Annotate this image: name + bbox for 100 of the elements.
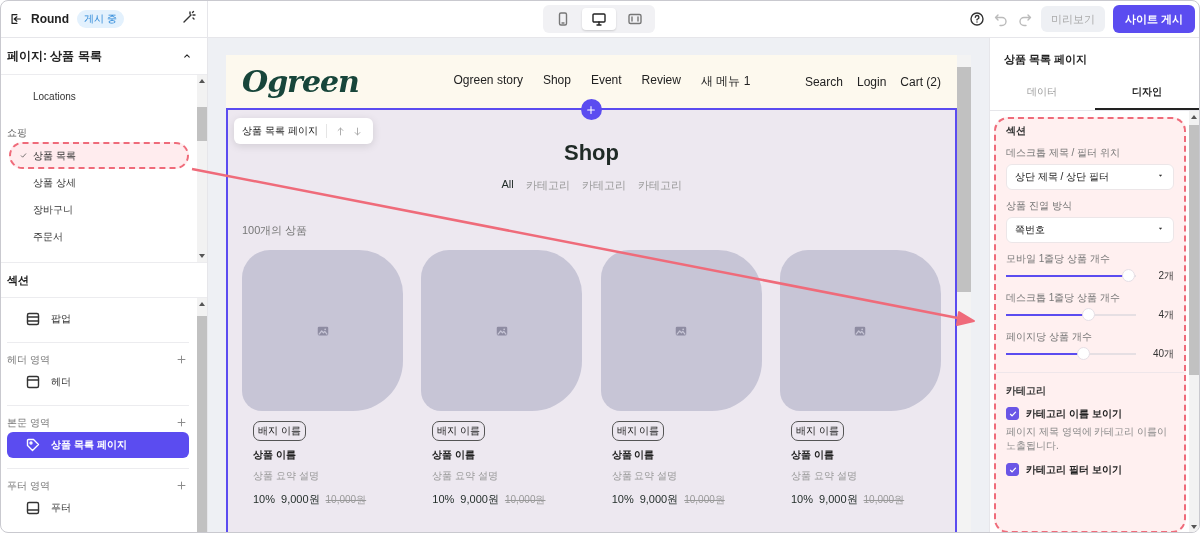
slider-value: 4개 — [1157, 308, 1174, 321]
check-icon — [1007, 408, 1018, 419]
group-heading: 섹션 — [1006, 125, 1027, 137]
slider-value: 2개 — [1157, 269, 1174, 282]
magic-wand-icon — [181, 9, 197, 25]
product-badge: 배지 이름 — [432, 421, 486, 441]
nav-link[interactable]: Event — [590, 73, 622, 90]
category-filter[interactable]: All — [501, 178, 514, 193]
product-summary: 상품 요약 설명 — [432, 469, 498, 483]
discount-rate: 10% — [432, 493, 455, 505]
status-badge: 게시 중 — [77, 10, 124, 28]
scrollbar[interactable] — [197, 298, 207, 532]
nav-link[interactable]: Cart (2) — [900, 74, 941, 89]
original-price: 10,000원 — [504, 493, 546, 507]
product-name[interactable]: 상품 이름 — [253, 448, 296, 462]
popup-icon — [25, 311, 41, 327]
product-summary: 상품 요약 설명 — [253, 469, 319, 483]
checkbox-label[interactable]: 카테고리 이름 보이기 — [1026, 407, 1122, 420]
product-count: 100개의 상품 — [242, 223, 308, 238]
scrollbar[interactable] — [957, 55, 971, 532]
checkbox[interactable] — [1006, 407, 1019, 420]
discount-rate: 10% — [253, 493, 276, 505]
checkbox-label[interactable]: 카테고리 필터 보이기 — [1026, 463, 1122, 476]
group-heading: 본문 영역 — [7, 416, 50, 430]
slider-thumb[interactable] — [1122, 269, 1135, 282]
page-item[interactable]: 장바구니 — [7, 196, 189, 223]
panel-title: 섹션 — [1, 263, 207, 298]
setting-label: 데스크톱 1줄당 상품 개수 — [1006, 292, 1121, 304]
move-down-icon — [351, 125, 363, 137]
device-tab[interactable] — [581, 8, 616, 30]
product-badge: 배지 이름 — [253, 421, 306, 441]
scrollbar[interactable] — [1189, 111, 1199, 532]
product-badge: 배지 이름 — [791, 421, 844, 441]
check-icon — [19, 151, 28, 160]
dropdown[interactable]: 쪽번호 — [1006, 217, 1174, 243]
page-item[interactable]: 상품 상세 — [7, 169, 189, 196]
product-summary: 상품 요약 설명 — [611, 469, 678, 483]
page-item[interactable]: Locations — [7, 89, 189, 104]
sale-price: 9,000원 — [819, 492, 858, 507]
plus-icon — [585, 103, 597, 116]
footer-icon — [25, 500, 41, 516]
help-text: 페이지 제목 영역에 카테고리 이름이 노출됩니다. — [1006, 425, 1169, 453]
plus-icon — [176, 479, 187, 491]
discount-rate: 10% — [791, 493, 813, 505]
original-price: 10,000원 — [863, 493, 905, 507]
nav-link[interactable]: Ogreen story — [453, 73, 523, 90]
page-item[interactable]: 상품 목록 — [9, 142, 189, 169]
nav-link[interactable]: 새 메뉴 1 — [700, 73, 751, 90]
section-item[interactable]: 상품 목록 페이지 — [7, 432, 189, 458]
setting-label: 데스크톱 제목 / 필터 위치 — [1006, 147, 1121, 159]
nav-link[interactable]: Login — [856, 74, 887, 89]
setting-label: 상품 진열 방식 — [1006, 200, 1073, 212]
nav-link[interactable]: Shop — [542, 73, 571, 90]
sale-price: 9,000원 — [281, 492, 320, 507]
setting-label: 모바일 1줄당 상품 개수 — [1006, 253, 1111, 265]
original-price: 10,000원 — [325, 493, 367, 507]
discount-rate: 10% — [611, 493, 634, 505]
page-item[interactable]: 주문서 — [7, 223, 189, 250]
original-price: 10,000원 — [684, 493, 725, 507]
section-item[interactable]: 헤더 — [7, 369, 189, 395]
nav-link[interactable]: Search — [804, 74, 843, 89]
section-label: 상품 목록 페이지 — [242, 124, 318, 138]
group-heading: 카테고리 — [1006, 385, 1047, 397]
site-name: Round — [31, 12, 69, 26]
slider-thumb[interactable] — [1081, 308, 1095, 321]
group-heading: 쇼핑 — [7, 126, 28, 140]
plus-icon — [176, 416, 187, 428]
section-item[interactable]: 푸터 — [7, 495, 189, 521]
slider-value: 40개 — [1152, 347, 1174, 360]
check-icon — [1007, 464, 1018, 475]
tablet-icon — [626, 11, 643, 27]
dropdown[interactable]: 상단 제목 / 상단 필터 — [1006, 164, 1174, 190]
exit-icon — [9, 12, 23, 26]
product-badge: 배지 이름 — [611, 421, 665, 441]
setting-label: 페이지당 상품 개수 — [1006, 331, 1093, 343]
product-name[interactable]: 상품 이름 — [611, 448, 655, 462]
logo: Ogreen — [242, 64, 359, 99]
publish-button[interactable]: 사이트 게시 — [1112, 5, 1195, 33]
panel-title: 페이지: 상품 목록 — [7, 47, 102, 65]
product-name[interactable]: 상품 이름 — [432, 448, 476, 462]
nav-link[interactable]: Review — [641, 73, 681, 90]
page-title: Shop — [564, 140, 619, 166]
group-heading: 헤더 영역 — [7, 353, 50, 367]
panel-title: 상품 목록 페이지 — [1003, 52, 1089, 67]
desktop-icon — [590, 11, 607, 27]
header-icon — [25, 374, 41, 390]
plus-icon — [176, 353, 187, 365]
help-icon — [968, 11, 985, 27]
tag-icon — [25, 437, 41, 453]
group-heading: 푸터 영역 — [7, 479, 50, 493]
panel-tab[interactable]: 디자인 — [1094, 76, 1199, 110]
sale-price: 9,000원 — [639, 492, 679, 507]
product-summary: 상품 요약 설명 — [791, 469, 857, 483]
move-up-icon — [334, 125, 346, 137]
product-name[interactable]: 상품 이름 — [791, 448, 834, 462]
slider-thumb[interactable] — [1076, 347, 1090, 360]
scrollbar[interactable] — [197, 75, 207, 262]
checkbox[interactable] — [1006, 463, 1019, 476]
sale-price: 9,000원 — [460, 492, 499, 507]
section-item[interactable]: 팝업 — [7, 306, 189, 332]
